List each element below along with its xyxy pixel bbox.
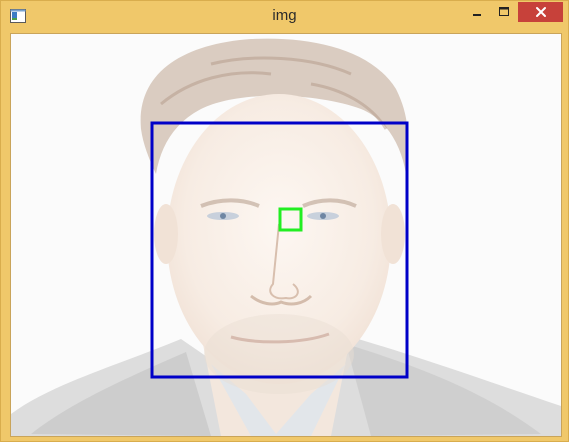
- title-bar[interactable]: img: [1, 1, 568, 32]
- close-button[interactable]: [518, 2, 563, 22]
- face-image: [11, 38, 561, 436]
- right-ear: [381, 204, 405, 264]
- application-window: img: [0, 0, 569, 442]
- chin-stubble: [204, 314, 354, 394]
- close-icon: [535, 7, 546, 17]
- image-canvas: [10, 33, 562, 437]
- maximize-button[interactable]: [491, 2, 517, 22]
- minimize-icon: [473, 14, 481, 16]
- maximize-icon: [499, 7, 509, 16]
- minimize-button[interactable]: [464, 2, 490, 22]
- left-ear: [154, 204, 178, 264]
